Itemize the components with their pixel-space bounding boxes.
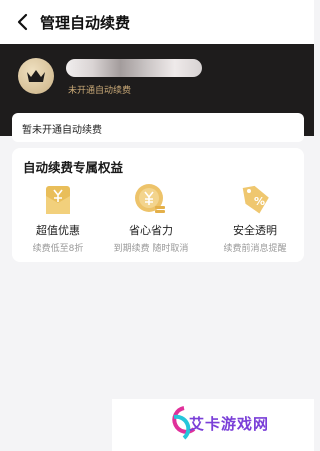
discount-envelope-icon [40, 182, 76, 218]
page-title: 管理自动续费 [40, 14, 131, 32]
watermark: 艾卡游戏网 [112, 399, 314, 451]
benefits-title: 自动续费专属权益 [23, 160, 124, 175]
top-bar: 管理自动续费 [0, 0, 314, 44]
percent-tag-icon: % [237, 182, 273, 218]
notice-card: 暂未开通自动续费 [12, 113, 304, 142]
svg-text:%: % [254, 195, 265, 208]
benefit-item: 省心省力 到期续费 随时取消 [106, 182, 196, 254]
benefits-card: 自动续费专属权益 超值优惠 续费低至8折 省心省力 到期续费 随时取消 % 安全… [12, 148, 304, 262]
benefit-name: 安全透明 [233, 224, 277, 237]
crown-icon [27, 70, 45, 82]
benefit-desc: 续费低至8折 [32, 244, 84, 254]
benefit-name: 省心省力 [129, 224, 173, 237]
benefit-name: 超值优惠 [36, 224, 80, 237]
notice-text: 暂未开通自动续费 [22, 125, 102, 136]
avatar [18, 58, 54, 94]
watermark-text: 艾卡游戏网 [189, 415, 270, 433]
renewal-status: 未开通自动续费 [68, 86, 132, 96]
back-arrow-icon[interactable] [14, 12, 32, 32]
benefit-item: 超值优惠 续费低至8折 [13, 182, 103, 254]
yen-coin-icon [133, 182, 169, 218]
benefit-item: % 安全透明 续费前消息提醒 [210, 182, 300, 254]
benefit-desc: 续费前消息提醒 [223, 244, 287, 254]
benefit-desc: 到期续费 随时取消 [113, 244, 189, 254]
blurred-username [66, 59, 202, 77]
